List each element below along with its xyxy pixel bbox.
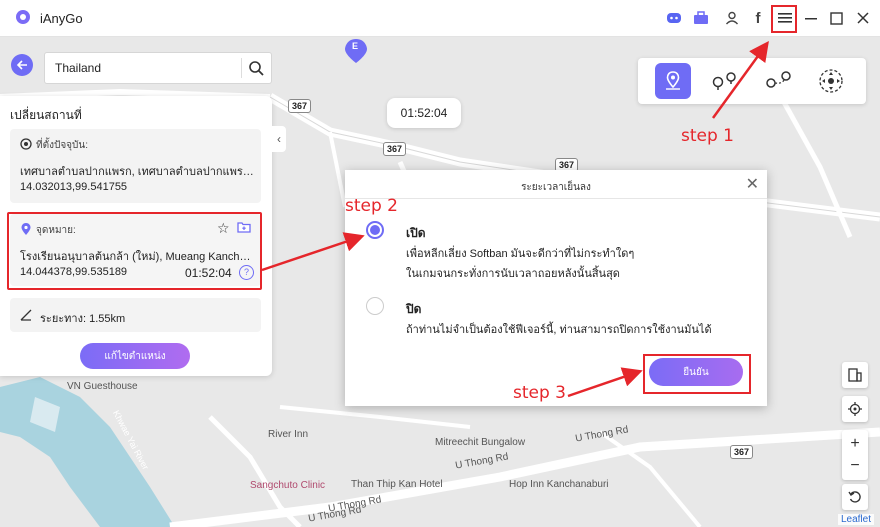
locate-icon[interactable] [842,396,868,422]
discord-icon[interactable] [664,8,684,28]
modify-location-button[interactable]: แก้ไขตำแหน่ง [80,343,190,369]
maximize-icon[interactable] [826,8,846,28]
step-1-label: step 1 [681,126,734,146]
map-label: Hop Inn Kanchanaburi [509,479,609,490]
road-shield: 367 [730,445,754,459]
option-off-desc: ถ้าท่านไม่จำเป็นต้องใช้ฟีเจอร์นี้, ท่านส… [406,324,712,336]
zoom-control: + − [842,430,868,480]
option-on-title: เปิด [406,226,426,240]
road-shield: 367 [288,99,312,113]
search-bar [44,52,272,84]
current-location-address: เทศบาลตำบลปากแพรก, เทศบาลตำบลปากแพรก, Mu… [20,166,254,178]
map-label: Mitreechit Bungalow [435,437,526,448]
option-off-title: ปิด [406,302,422,316]
back-button[interactable] [11,54,33,76]
confirm-highlight-box [643,354,751,394]
arrow-left-icon [16,60,27,70]
option-on-desc-1: เพื่อหลีกเลี่ยง Softban มันจะดีกว่าที่ไม… [406,248,635,260]
search-input[interactable] [53,60,237,76]
target-icon [20,138,32,150]
ianygo-logo-icon [16,10,30,24]
current-location-coords: 14.032013,99.541755 [20,181,128,193]
leaflet-attribution[interactable]: Leaflet [837,514,874,525]
radio-on[interactable] [366,221,384,239]
two-spot-mode-icon[interactable] [707,63,743,99]
dialog-title: ระยะเวลาเย็นลง [521,182,591,193]
joystick-mode-icon[interactable] [813,63,849,99]
multi-spot-mode-icon[interactable] [761,63,797,99]
map-label: VN Guesthouse [67,381,138,392]
user-icon[interactable] [722,8,742,28]
teleport-mode-icon[interactable] [655,63,691,99]
distance-card: ระยะทาง: 1.55km [10,298,261,332]
radio-off[interactable] [366,297,384,315]
distance-text: ระยะทาง: 1.55km [40,313,126,325]
facebook-icon[interactable]: f [748,8,768,28]
countdown-timer: 01:52:04 [387,98,461,128]
dialog-close-icon[interactable]: ✕ [746,174,759,194]
title-bar: iAnyGo f [0,0,880,37]
minimize-icon[interactable] [801,8,821,28]
step-2-label: step 2 [345,196,398,216]
map-marker-e: E [352,41,359,51]
current-location-label: ที่ตั้งปัจจุบัน: [36,140,88,151]
search-separator [241,58,242,78]
road-shield: 367 [383,142,407,156]
step-3-label: step 3 [513,383,566,403]
menu-highlight-box [771,5,797,33]
close-icon[interactable] [853,8,873,28]
reset-icon[interactable] [842,484,868,510]
dialog-divider [345,198,767,199]
destination-highlight-box [7,212,262,290]
option-on-desc-2: ในเกมจนกระทั่งการนับเวลาถอยหลังนั้นสิ้นส… [406,268,620,280]
map-label: Sangchuto Clinic [250,480,326,491]
map-label: River Inn [268,429,309,440]
app-title: iAnyGo [40,11,83,26]
panel-title: เปลี่ยนสถานที่ [10,108,82,122]
current-location-card: ที่ตั้งปัจจุบัน: เทศบาลตำบลปากแพรก, เทศบ… [10,129,261,203]
zoom-out-icon[interactable]: − [850,455,859,477]
toolbox-icon[interactable] [691,8,711,28]
device-icon[interactable] [842,362,868,388]
search-icon[interactable] [247,59,265,77]
zoom-in-icon[interactable]: + [850,433,859,455]
collapse-panel-icon[interactable]: ‹ [272,126,286,152]
mode-toolbar [638,58,866,104]
ruler-icon [20,309,32,321]
map-label: Than Thip Kan Hotel [351,479,443,490]
